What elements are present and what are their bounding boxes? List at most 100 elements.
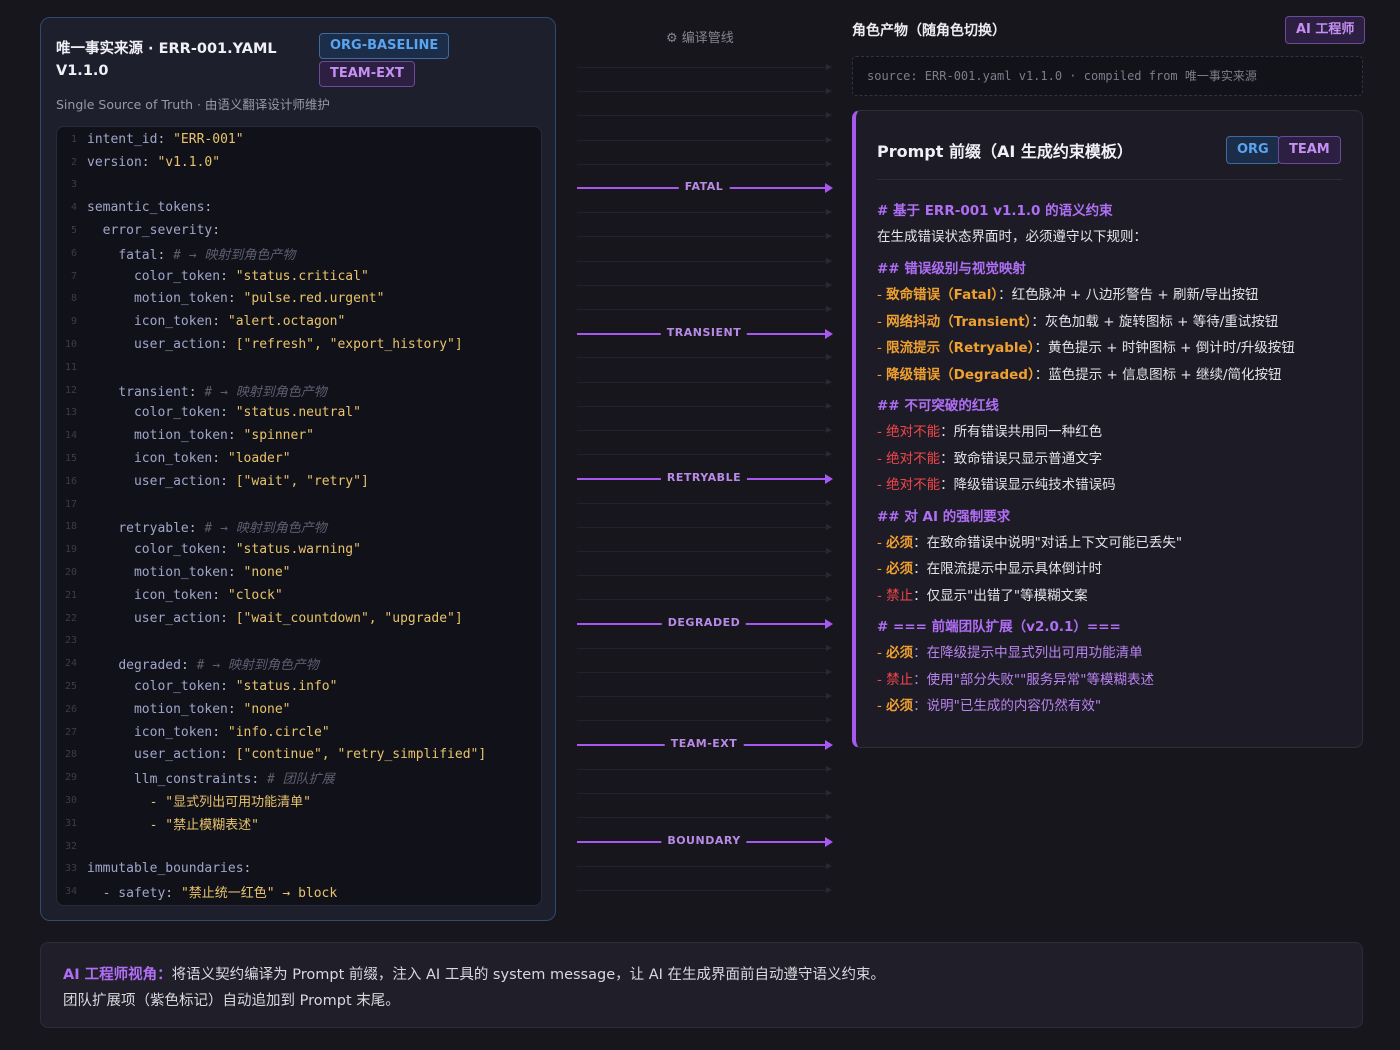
org-baseline-badge[interactable]: ORG-BASELINE (319, 33, 450, 59)
line-number: 10 (64, 339, 77, 351)
flow-arrow: DEGRADED (577, 616, 833, 630)
prompt-line: - 绝对不能：降级错误显示纯技术错误码 (877, 475, 1116, 495)
code-text: icon_token: "clock" (133, 587, 283, 603)
code-line: 31 - "禁止模糊表述" (57, 812, 541, 835)
code-line: 4 semantic_tokens: (57, 196, 541, 219)
line-number: 11 (64, 361, 77, 373)
yaml-key: icon_token (133, 314, 213, 330)
source-panel: 唯一事实来源 · ERR-001.YAML V1.1.0 ORG-BASELIN… (40, 17, 556, 921)
yaml-value: ["continue", "retry_simplified"] (235, 747, 487, 763)
code-line: 24 degraded: # → 映射到角色产物 (57, 652, 541, 675)
team-ext-badge[interactable]: TEAM-EXT (319, 61, 415, 87)
pipeline-guide-line (577, 693, 832, 700)
pipeline-guide-line (577, 354, 832, 361)
bullet-dash: - (877, 424, 887, 440)
section-heading: # === 前端团队扩展（v2.0.1）=== (877, 619, 1121, 635)
flow-arrow: BOUNDARY (577, 834, 833, 848)
code-line: 19 color_token: "status.warning" (57, 538, 541, 561)
yaml-value: "alert.octagon" (227, 314, 346, 330)
prompt-line: - 禁止：使用"部分失败""服务异常"等模糊表述 (877, 670, 1154, 690)
code-text: motion_token: "spinner" (133, 428, 314, 444)
yaml-value: "禁止统一红色" → block (180, 886, 338, 902)
redline-text: ：致命错误只显示普通文字 (940, 450, 1103, 467)
flow-arrow: FATAL (577, 180, 833, 194)
severity-label: 限流提示（Retryable） (886, 340, 1035, 356)
requirement-label: 必须 (886, 534, 914, 551)
line-number: 18 (64, 521, 77, 533)
pipeline-guide-line (577, 717, 832, 724)
code-text: motion_token: "none" (133, 565, 291, 581)
code-text: - "禁止模糊表述" (87, 814, 259, 833)
section-heading: ## 错误级别与视觉映射 (877, 261, 1026, 277)
yaml-value: "status.critical" (235, 268, 369, 284)
source-title: 唯一事实来源 · ERR-001.YAML V1.1.0 (56, 41, 277, 79)
yaml-key: color_token (133, 405, 221, 421)
code-line: 6 fatal: # → 映射到角色产物 (57, 242, 541, 265)
redline-text: ：所有错误共用同一种红色 (940, 424, 1103, 440)
line-number: 21 (64, 589, 77, 601)
pipeline-guide-line (577, 209, 832, 216)
yaml-value: "v1.1.0" (157, 154, 221, 170)
yaml-value: "pulse.red.urgent" (243, 291, 385, 307)
yaml-key: user_action (133, 610, 221, 626)
prompt-line: - 必须：在降级提示中显式列出可用功能清单 (877, 643, 1143, 663)
footer-line-1: 将语义契约编译为 Prompt 前缀，注入 AI 工具的 system mess… (171, 967, 886, 983)
yaml-value: - "禁止模糊表述" (149, 817, 259, 833)
code-line: 11 (57, 356, 541, 379)
bullet-dash: - (877, 477, 887, 493)
requirement-text: ：在致命错误中说明"对话上下文可能已丢失" (913, 534, 1183, 551)
prompt-heading: # 基于 ERR-001 v1.1.0 的语义约束 (877, 203, 1113, 219)
line-number: 32 (64, 840, 77, 852)
code-line: 5 error_severity: (57, 219, 541, 242)
severity-mapping: ：灰色加载 + 旋转图标 + 等待/重试按钮 (1031, 313, 1279, 330)
code-text: version: "v1.1.0" (87, 154, 221, 170)
compiled-source-line: source: ERR-001.yaml v1.1.0 · compiled f… (852, 56, 1363, 96)
code-line: 27 icon_token: "info.circle" (57, 721, 541, 744)
line-number: 34 (64, 886, 77, 898)
flow-label: RETRYABLE (660, 471, 748, 485)
code-text: user_action: ["continue", "retry_simplif… (133, 747, 487, 763)
bullet-dash: - (877, 366, 887, 383)
code-text: user_action: ["wait", "retry"] (133, 473, 369, 489)
code-text: motion_token: "pulse.red.urgent" (133, 291, 385, 307)
role-switch-badge[interactable]: AI 工程师 (1285, 16, 1366, 44)
yaml-comment: # → 映射到角色产物 (196, 658, 319, 674)
team-badge[interactable]: TEAM (1278, 136, 1341, 164)
pipeline-guide-line (577, 523, 832, 530)
pipeline-guide-line (577, 548, 832, 554)
requirement-label: 禁止 (886, 587, 914, 604)
code-text: - "显式列出可用功能清单" (87, 791, 311, 810)
pipeline-guide-line (577, 644, 832, 651)
code-line: 28 user_action: ["continue", "retry_simp… (57, 744, 541, 767)
line-number: 7 (70, 270, 77, 282)
code-text: icon_token: "loader" (133, 451, 291, 467)
code-line: 30 - "显式列出可用功能清单" (57, 789, 541, 812)
code-line: 13 color_token: "status.neutral" (57, 402, 541, 425)
pipeline-guide-line (577, 886, 832, 893)
requirement-label: 必须 (886, 561, 914, 577)
prompt-line: - 限流提示（Retryable）：黄色提示 + 时钟图标 + 倒计时/升级按钮 (877, 338, 1295, 358)
code-line: 26 motion_token: "none" (57, 698, 541, 721)
line-number: 33 (64, 863, 77, 875)
yaml-key: semantic_tokens (87, 200, 205, 216)
flow-arrow: TEAM-EXT (577, 737, 833, 751)
code-text: fatal: # → 映射到角色产物 (118, 247, 296, 263)
yaml-key: icon_token (133, 587, 213, 603)
yaml-value: "loader" (227, 451, 291, 467)
code-line: 32 (57, 835, 541, 858)
yaml-key: transient (118, 384, 189, 400)
bullet-dash: - (877, 534, 887, 551)
yaml-key: icon_token (133, 451, 213, 467)
org-badge[interactable]: ORG (1226, 136, 1280, 164)
severity-mapping: ：红色脉冲 + 八边形警告 + 刷新/导出按钮 (998, 287, 1259, 303)
severity-mapping: ：黄色提示 + 时钟图标 + 倒计时/升级按钮 (1034, 340, 1295, 356)
flow-label: TRANSIENT (660, 326, 748, 340)
code-text: user_action: ["wait_countdown", "upgrade… (133, 610, 463, 626)
line-number: 19 (64, 544, 77, 556)
yaml-value: "status.neutral" (235, 405, 361, 421)
yaml-code-view[interactable]: 1 intent_id: "ERR-001" 2 version: "v1.1.0" 3… (56, 126, 542, 906)
line-number: 17 (64, 498, 77, 510)
pipeline-guide-line (577, 88, 832, 95)
flow-label: DEGRADED (661, 616, 747, 630)
yaml-value: "none" (243, 565, 291, 581)
